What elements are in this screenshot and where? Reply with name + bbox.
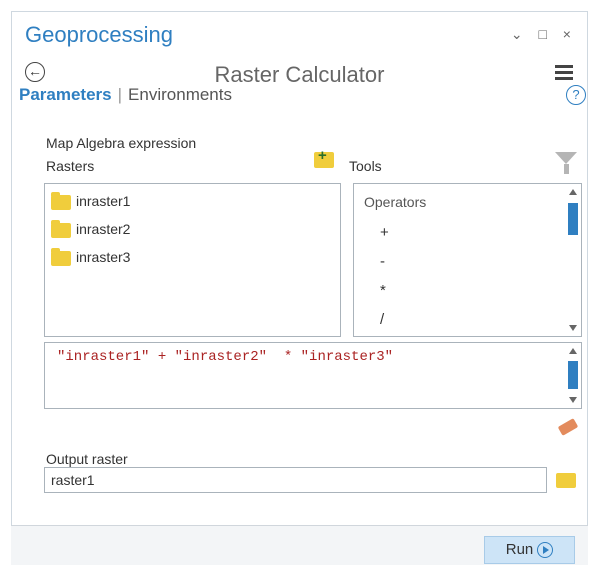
pane-titlebar: Geoprocessing ⌄ □ × xyxy=(12,12,587,54)
raster-name: inraster3 xyxy=(76,249,131,265)
hamburger-menu-icon[interactable] xyxy=(555,65,573,83)
help-icon[interactable]: ? xyxy=(566,85,586,105)
scroll-up-icon[interactable] xyxy=(569,189,577,195)
raster-item-inraster2[interactable]: inraster2 xyxy=(51,219,131,238)
scroll-down-icon[interactable] xyxy=(569,397,577,403)
tab-environments[interactable]: Environments xyxy=(128,85,232,104)
raster-name: inraster2 xyxy=(76,221,131,237)
tab-bar: Parameters | Environments xyxy=(19,85,232,105)
raster-name: inraster1 xyxy=(76,193,131,209)
window-controls[interactable]: ⌄ □ × xyxy=(511,26,577,43)
raster-item-inraster3[interactable]: inraster3 xyxy=(51,247,131,266)
operator-plus[interactable]: + xyxy=(380,224,389,241)
scroll-thumb[interactable] xyxy=(568,361,578,389)
expression-scrollbar[interactable] xyxy=(567,345,579,406)
tools-label: Tools xyxy=(349,158,382,174)
browse-folder-icon[interactable] xyxy=(556,473,576,488)
scroll-down-icon[interactable] xyxy=(569,325,577,331)
tab-parameters[interactable]: Parameters xyxy=(19,85,112,104)
scroll-thumb[interactable] xyxy=(568,203,578,235)
add-raster-icon[interactable]: + xyxy=(314,147,334,168)
rasters-label: Rasters xyxy=(46,158,95,174)
pane-title: Geoprocessing xyxy=(25,22,173,47)
scroll-up-icon[interactable] xyxy=(569,348,577,354)
operator-minus[interactable]: - xyxy=(380,253,385,270)
map-algebra-label: Map Algebra expression xyxy=(46,135,197,151)
tools-list[interactable]: Operators + - * / xyxy=(353,183,582,337)
raster-icon xyxy=(51,219,71,238)
filter-icon-stem xyxy=(564,164,569,174)
raster-icon xyxy=(51,247,71,266)
operator-divide[interactable]: / xyxy=(380,311,384,328)
rasters-list[interactable]: inraster1 inraster2 inraster3 xyxy=(44,183,341,337)
tab-separator: | xyxy=(117,85,123,104)
filter-icon[interactable] xyxy=(555,152,577,164)
raster-item-inraster1[interactable]: inraster1 xyxy=(51,191,131,210)
expression-text[interactable]: "inraster1" + "inraster2" * "inraster3" xyxy=(57,349,393,365)
raster-icon xyxy=(51,191,71,210)
tools-scrollbar[interactable] xyxy=(567,186,579,334)
operator-multiply[interactable]: * xyxy=(380,282,386,299)
output-raster-field[interactable]: raster1 xyxy=(44,467,547,493)
output-raster-label: Output raster xyxy=(46,451,128,467)
tools-category-operators: Operators xyxy=(364,194,427,210)
expression-editor[interactable]: "inraster1" + "inraster2" * "inraster3" xyxy=(44,342,582,409)
